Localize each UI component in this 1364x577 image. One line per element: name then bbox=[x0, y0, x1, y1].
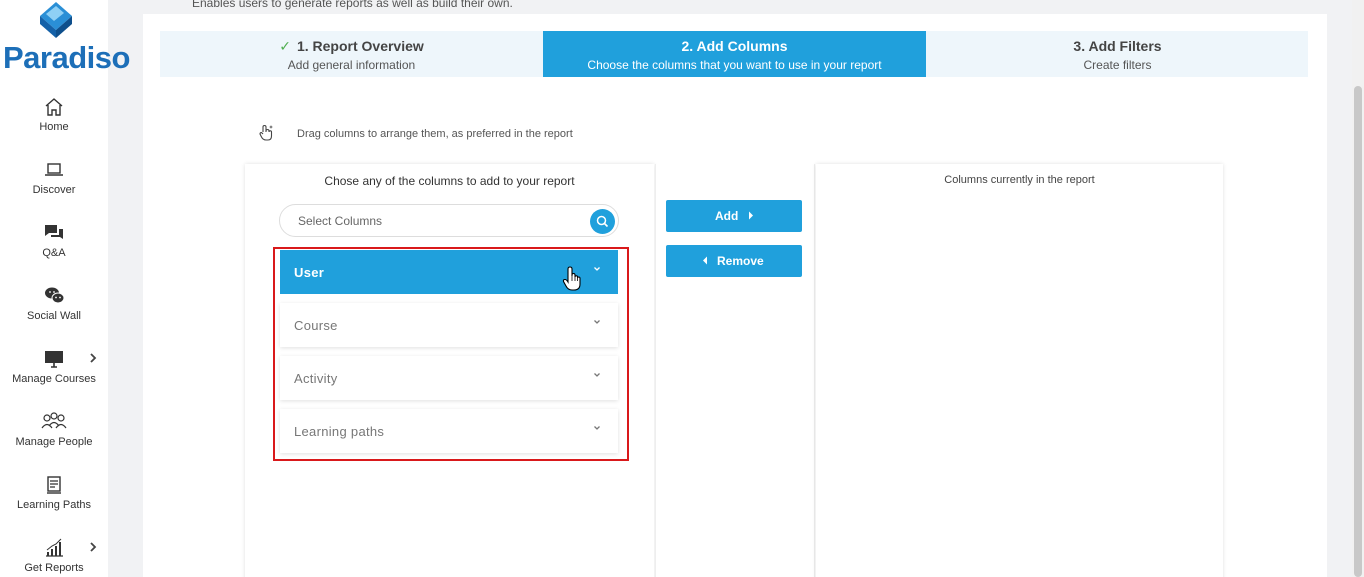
step-title: 2. Add Columns bbox=[681, 38, 788, 54]
logo-text: Paradiso bbox=[3, 40, 130, 75]
bar-chart-icon bbox=[46, 538, 63, 557]
remove-column-button[interactable]: Remove bbox=[666, 245, 802, 277]
add-button-label: Add bbox=[715, 209, 739, 223]
add-column-button[interactable]: Add bbox=[666, 200, 802, 232]
search-button[interactable] bbox=[590, 209, 615, 234]
step-report-overview[interactable]: ✓ 1. Report Overview Add general informat… bbox=[160, 31, 543, 77]
sidebar-item-label: Learning Paths bbox=[17, 499, 91, 511]
wizard-steps: ✓ 1. Report Overview Add general informat… bbox=[160, 31, 1308, 77]
chevron-down-icon bbox=[594, 373, 600, 377]
step-title-text: 1. Report Overview bbox=[296, 38, 424, 54]
home-icon bbox=[45, 98, 63, 116]
sidebar-item-label: Manage People bbox=[15, 436, 93, 448]
sidebar-item-label: Get Reports bbox=[24, 562, 84, 574]
step-subtitle: Create filters bbox=[1083, 58, 1152, 72]
monitor-icon bbox=[45, 351, 63, 368]
page-description: Enables users to generate reports as wel… bbox=[192, 0, 513, 10]
sidebar-item-get-reports[interactable]: Get Reports bbox=[0, 537, 108, 577]
sidebar-item-qa[interactable]: Q&A bbox=[0, 222, 108, 278]
sidebar-item-label: Manage Courses bbox=[12, 373, 96, 385]
available-columns-title: Chose any of the columns to add to your … bbox=[324, 174, 575, 188]
chevron-down-icon bbox=[594, 426, 600, 430]
chevron-right-icon[interactable] bbox=[88, 352, 98, 364]
sidebar-item-label: Social Wall bbox=[27, 310, 81, 322]
drag-hand-icon bbox=[259, 124, 273, 141]
step-subtitle: Add general information bbox=[287, 58, 416, 72]
chevron-right-icon[interactable] bbox=[88, 541, 98, 553]
caret-right-icon bbox=[749, 211, 753, 220]
step-title: 3. Add Filters bbox=[1073, 38, 1162, 54]
column-group-learning-paths[interactable]: Learning paths bbox=[280, 409, 618, 453]
column-search bbox=[279, 204, 619, 237]
chevron-down-icon bbox=[594, 267, 600, 271]
search-input[interactable] bbox=[298, 213, 578, 229]
scrollbar-thumb[interactable] bbox=[1354, 86, 1362, 577]
sidebar-item-label: Q&A bbox=[42, 247, 66, 259]
sidebar-item-manage-courses[interactable]: Manage Courses bbox=[0, 348, 108, 404]
column-group-activity[interactable]: Activity bbox=[280, 356, 618, 400]
chevron-down-icon bbox=[594, 320, 600, 324]
sidebar-item-label: Discover bbox=[32, 184, 76, 196]
people-icon bbox=[41, 412, 67, 429]
drag-hint-text: Drag columns to arrange them, as preferr… bbox=[297, 128, 573, 140]
search-icon bbox=[596, 215, 609, 228]
hand-cursor-icon bbox=[562, 266, 581, 291]
column-group-course[interactable]: Course bbox=[280, 303, 618, 347]
sidebar-item-learning-paths[interactable]: Learning Paths bbox=[0, 474, 108, 530]
column-group-label: User bbox=[294, 265, 325, 280]
chat-bubbles-icon bbox=[45, 225, 63, 239]
sidebar-item-manage-people[interactable]: Manage People bbox=[0, 411, 108, 467]
step-add-columns[interactable]: 2. Add Columns Choose the columns that y… bbox=[543, 31, 926, 77]
column-group-label: Course bbox=[294, 318, 338, 333]
sidebar: Paradiso Home Discover Q&A Social Wall M… bbox=[0, 0, 130, 577]
wechat-icon bbox=[45, 287, 65, 304]
drag-hint: Drag columns to arrange them, as preferr… bbox=[259, 124, 659, 144]
sidebar-item-label: Home bbox=[39, 121, 69, 133]
book-icon bbox=[47, 476, 61, 494]
column-group-label: Learning paths bbox=[294, 424, 385, 439]
remove-button-label: Remove bbox=[717, 254, 764, 268]
logo-mark-icon bbox=[40, 2, 72, 38]
sidebar-item-home[interactable]: Home bbox=[0, 96, 108, 152]
paradiso-logo[interactable]: Paradiso bbox=[0, 0, 130, 80]
sidebar-item-social-wall[interactable]: Social Wall bbox=[0, 285, 108, 341]
step-add-filters[interactable]: 3. Add Filters Create filters bbox=[926, 31, 1309, 77]
report-columns-title: Columns currently in the report bbox=[944, 174, 1095, 186]
caret-left-icon bbox=[703, 256, 707, 265]
column-group-label: Activity bbox=[294, 371, 338, 386]
laptop-icon bbox=[45, 163, 63, 176]
step-subtitle: Choose the columns that you want to use … bbox=[587, 58, 882, 72]
report-columns-card: Columns currently in the report bbox=[816, 164, 1223, 577]
checkmark-icon: ✓ bbox=[279, 38, 291, 54]
sidebar-item-discover[interactable]: Discover bbox=[0, 159, 108, 215]
step-title: ✓ 1. Report Overview bbox=[160, 38, 543, 55]
